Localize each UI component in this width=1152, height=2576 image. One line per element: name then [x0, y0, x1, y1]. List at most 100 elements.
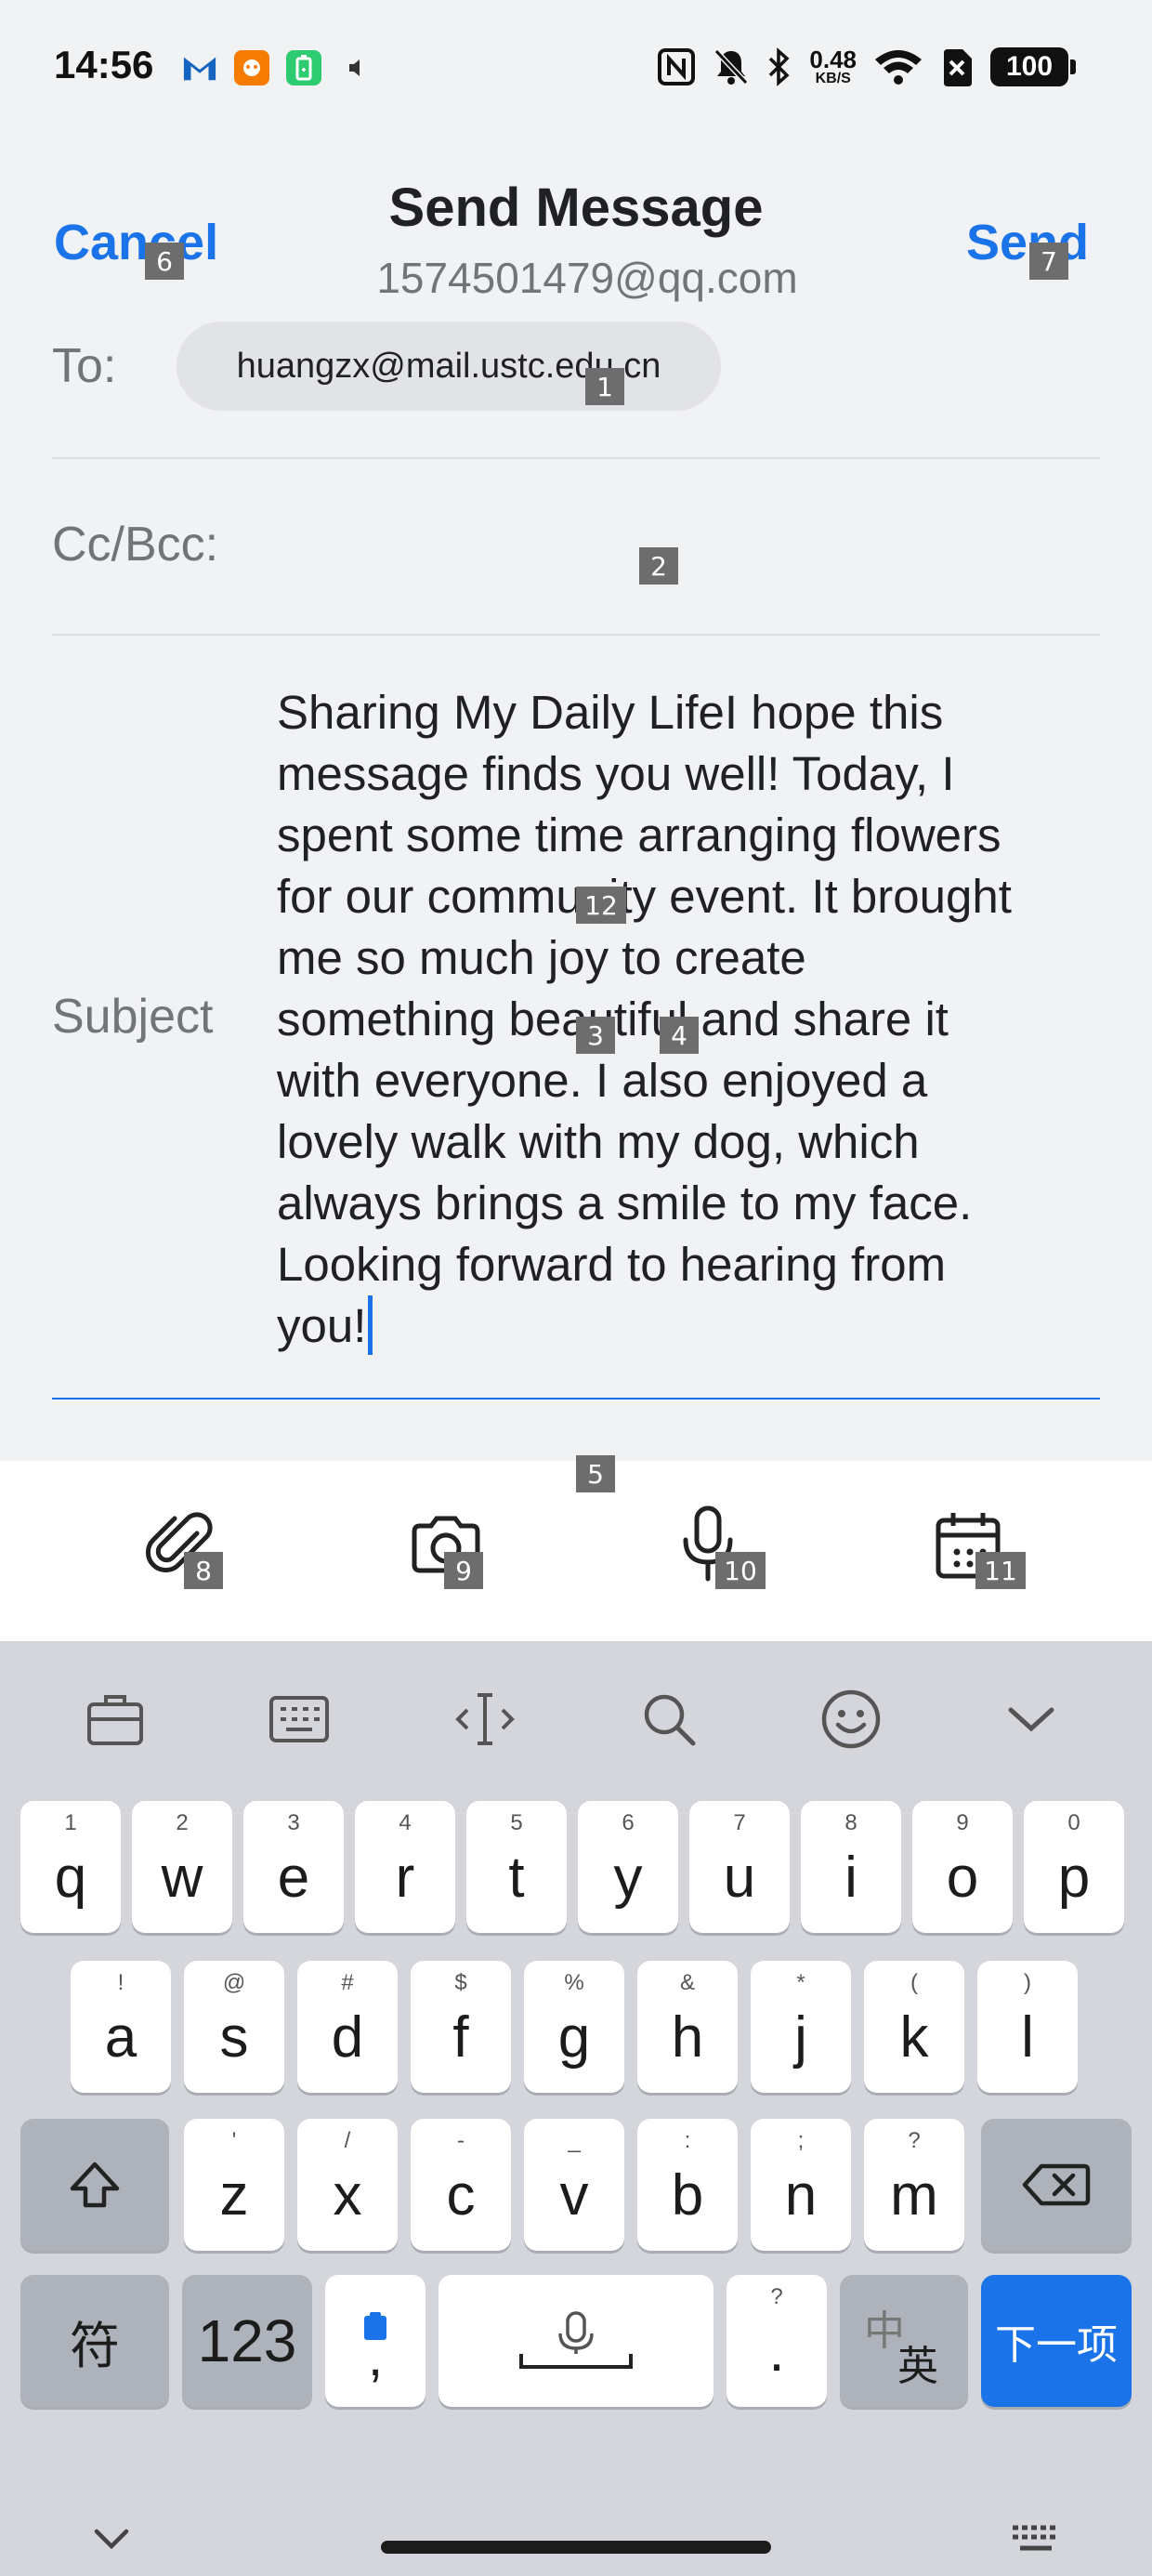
marker: 10 [715, 1552, 766, 1589]
numbers-key-label: 123 [197, 2307, 297, 2374]
marker: 11 [975, 1552, 1026, 1589]
key-y[interactable]: 6y [578, 1801, 678, 1933]
key-hint: 3 [287, 1810, 300, 1835]
to-label: To: [52, 339, 117, 393]
key-w[interactable]: 2w [132, 1801, 232, 1933]
key-n[interactable]: ; n [751, 2119, 851, 2251]
net-speed: 0.48 KB/S [809, 46, 857, 87]
sound-icon [338, 50, 373, 85]
collapse-keyboard-icon[interactable] [994, 1682, 1068, 1756]
key-label: p [1057, 1845, 1091, 1910]
key-o[interactable]: 9o [912, 1801, 1013, 1933]
key-label: l [1021, 2004, 1034, 2070]
key-z[interactable]: ' z [184, 2119, 284, 2251]
key-x[interactable]: / x [297, 2119, 398, 2251]
key-q[interactable]: 1q [20, 1801, 121, 1933]
battery-saver-icon [286, 50, 321, 85]
key-label: r [395, 1845, 415, 1910]
marker: 7 [1029, 243, 1068, 280]
key-m[interactable]: ? m [864, 2119, 964, 2251]
app-icon [234, 50, 269, 85]
keyboard-switch-icon[interactable] [1009, 2524, 1065, 2560]
key-hint: ! [117, 1970, 124, 1995]
key-h[interactable]: & h [637, 1961, 738, 2093]
period-key[interactable]: ? . [727, 2275, 827, 2407]
key-d[interactable]: # d [297, 1961, 398, 2093]
marker: 2 [639, 547, 678, 585]
key-label: e [277, 1845, 310, 1910]
clipboard-icon[interactable] [78, 1682, 152, 1756]
key-r[interactable]: 4r [355, 1801, 455, 1933]
key-p[interactable]: 0p [1024, 1801, 1124, 1933]
divider [52, 634, 1100, 636]
key-l[interactable]: ) l [977, 1961, 1078, 2093]
key-label: y [613, 1845, 643, 1910]
key-t[interactable]: 5t [466, 1801, 567, 1933]
divider [52, 457, 1100, 459]
key-j[interactable]: * j [751, 1961, 851, 2093]
key-hint: 9 [956, 1810, 969, 1835]
key-label: v [559, 2162, 589, 2228]
comma-key[interactable]: , [325, 2275, 425, 2407]
marker: 12 [576, 887, 626, 924]
bluetooth-icon [766, 46, 792, 87]
key-a[interactable]: ! a [71, 1961, 171, 2093]
cc-bcc-input[interactable] [260, 483, 1100, 613]
numbers-key[interactable]: 123 [182, 2275, 312, 2407]
key-i[interactable]: 8i [801, 1801, 901, 1933]
key-u[interactable]: 7u [689, 1801, 790, 1933]
recipient-chip[interactable]: huangzx@mail.ustc.edu.cn [177, 322, 721, 411]
key-hint: ) [1024, 1970, 1031, 1995]
nfc-icon [657, 46, 696, 87]
language-switch-key[interactable]: 中 英 [840, 2275, 968, 2407]
key-e[interactable]: 3e [243, 1801, 344, 1933]
net-speed-value: 0.48 [809, 46, 857, 73]
keyboard-layout-icon[interactable] [262, 1682, 336, 1756]
key-hint: : [684, 2128, 691, 2153]
emoji-icon[interactable] [814, 1682, 888, 1756]
key-c[interactable]: -c [411, 2119, 511, 2251]
battery-indicator: 100 [990, 47, 1076, 86]
key-label: i [844, 1845, 857, 1910]
key-hint: 6 [622, 1810, 635, 1835]
search-icon[interactable] [632, 1682, 706, 1756]
space-key[interactable] [439, 2275, 713, 2407]
key-hint: - [457, 2128, 465, 2153]
key-label: s [219, 2004, 249, 2070]
key-hint: @ [222, 1970, 246, 1995]
key-v[interactable]: _ v [524, 2119, 624, 2251]
key-hint: / [344, 2128, 351, 2153]
marker: 6 [145, 243, 184, 280]
key-label: b [671, 2162, 704, 2228]
no-sim-icon [940, 46, 974, 87]
marker: 5 [576, 1455, 615, 1492]
key-hint: $ [454, 1970, 467, 1995]
send-button[interactable]: Send [966, 214, 1089, 271]
status-time: 14:56 [54, 43, 154, 86]
key-label: c [446, 2162, 476, 2228]
symbols-key[interactable]: 符 [20, 2275, 169, 2407]
key-b[interactable]: :b [637, 2119, 738, 2251]
key-label: u [723, 1845, 756, 1910]
key-label: h [671, 2004, 704, 2070]
backspace-key[interactable] [981, 2119, 1132, 2251]
lang-bottom-label: 英 [897, 2344, 938, 2389]
key-label: g [557, 2004, 591, 2070]
key-hint: 4 [399, 1810, 412, 1835]
key-hint: ' [231, 2128, 237, 2153]
cursor-move-icon[interactable] [448, 1682, 522, 1756]
symbols-key-label: 符 [70, 2318, 120, 2374]
key-s[interactable]: @ s [184, 1961, 284, 2093]
hide-keyboard-icon[interactable] [89, 2524, 134, 2558]
marker: 3 [576, 1017, 615, 1054]
key-hint: & [679, 1970, 695, 1995]
key-g[interactable]: % g [524, 1961, 624, 2093]
key-label: f [452, 2004, 469, 2070]
key-f[interactable]: $ f [411, 1961, 511, 2093]
next-button[interactable]: 下一项 [981, 2275, 1132, 2407]
home-indicator[interactable] [381, 2541, 771, 2554]
key-hint: 1 [64, 1810, 77, 1835]
shift-key[interactable] [20, 2119, 169, 2251]
key-k[interactable]: (k [864, 1961, 964, 2093]
key-hint: ; [797, 2128, 805, 2153]
